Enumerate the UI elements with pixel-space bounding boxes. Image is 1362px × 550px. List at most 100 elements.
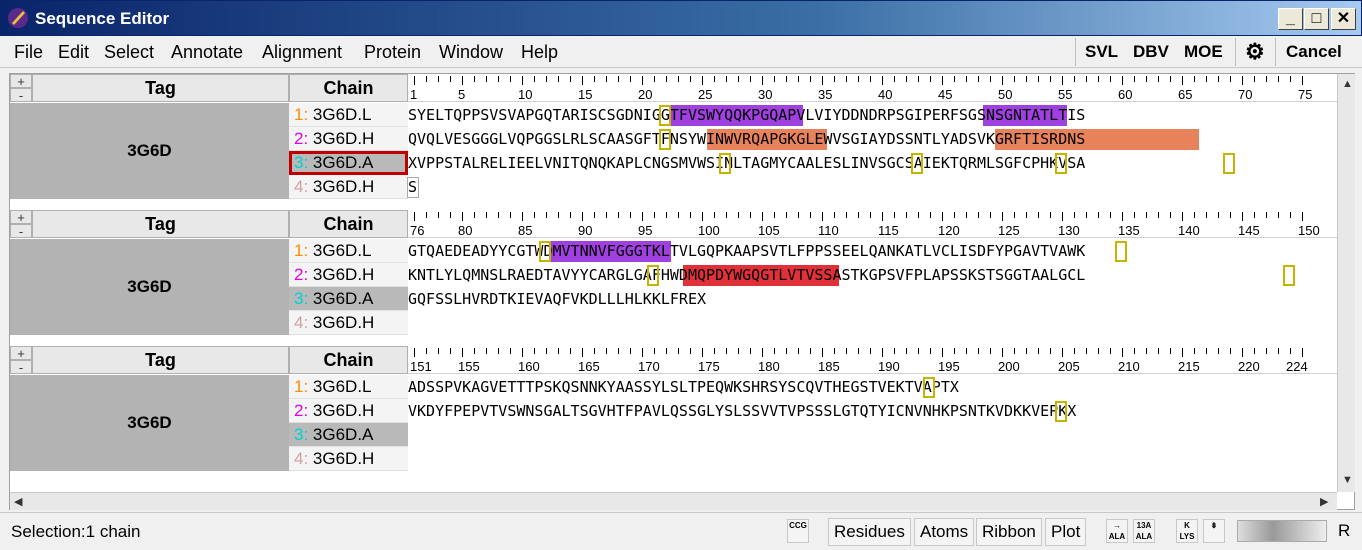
scroll-down-icon[interactable]: ▼ bbox=[1342, 474, 1353, 486]
ruler-tick bbox=[690, 76, 691, 82]
chain-column-header[interactable]: Chain bbox=[289, 346, 408, 374]
expand-button[interactable]: + bbox=[10, 346, 32, 360]
menu-window[interactable]: Window bbox=[439, 42, 503, 63]
close-button[interactable]: ✕ bbox=[1331, 8, 1356, 30]
ruler-tick bbox=[1002, 212, 1003, 221]
ruler-label: 155 bbox=[458, 359, 480, 374]
menu-edit[interactable]: Edit bbox=[58, 42, 89, 63]
scroll-right-icon[interactable]: ▶ bbox=[1320, 495, 1328, 508]
menu-select[interactable]: Select bbox=[104, 42, 154, 63]
expand-button[interactable]: + bbox=[10, 74, 32, 88]
scroll-up-icon[interactable]: ▲ bbox=[1342, 78, 1353, 90]
sequence-line[interactable]: ADSSPVKAGVETTTPSKQSNNKYAASSYLSLTPEQWKSHR… bbox=[408, 375, 959, 399]
position-ruler: 76 80 85 90 95 100 105 110 115 120 125 130 135 140 145… bbox=[408, 210, 1337, 238]
ruler-tick bbox=[990, 212, 991, 218]
chain-number: 1: bbox=[294, 105, 313, 124]
ruler-label: 210 bbox=[1118, 359, 1140, 374]
tag-cell[interactable]: 3G6D bbox=[10, 103, 289, 199]
ruler-tick bbox=[894, 212, 895, 218]
expand-button[interactable]: + bbox=[10, 210, 32, 224]
cysteine-marker bbox=[1115, 241, 1127, 262]
dbv-button[interactable]: DBV bbox=[1133, 42, 1169, 62]
gear-icon[interactable]: ⚙ bbox=[1245, 39, 1265, 65]
moe-button[interactable]: MOE bbox=[1184, 42, 1223, 62]
ala-13a-icon[interactable]: 13A ALA bbox=[1133, 519, 1155, 543]
ruler-tick bbox=[654, 76, 655, 82]
window-title: Sequence Editor bbox=[35, 9, 170, 28]
ruler-tick bbox=[1218, 76, 1219, 82]
ruler-label: 140 bbox=[1178, 223, 1200, 238]
ruler-tick bbox=[618, 76, 619, 82]
menu-alignment[interactable]: Alignment bbox=[262, 42, 342, 63]
sequence-line[interactable]: VKDYFPEPVTVSWNSGALTSGVHTFPAVLQSSGLYSLSSV… bbox=[408, 399, 1076, 423]
menu-file[interactable]: File bbox=[14, 42, 43, 63]
scroll-left-icon[interactable]: ◀ bbox=[14, 495, 22, 508]
sequence-line[interactable]: QVQLVESGGGLVQPGGSLRLSCAASGFTFNSYWINWVRQA… bbox=[408, 127, 1085, 151]
plot-button[interactable]: Plot bbox=[1045, 518, 1087, 546]
tag-column-header[interactable]: Tag bbox=[32, 74, 289, 102]
ruler-tick bbox=[978, 76, 979, 82]
atoms-button[interactable]: Atoms bbox=[914, 518, 975, 546]
cancel-button[interactable]: Cancel bbox=[1286, 42, 1342, 62]
chain-row[interactable]: 4: 3G6D.H bbox=[289, 311, 408, 335]
ruler-tick bbox=[1194, 348, 1195, 354]
horizontal-scrollbar[interactable]: ◀ ▶ bbox=[10, 492, 1337, 510]
ruler-tick bbox=[522, 76, 523, 85]
ruler-tick bbox=[1074, 212, 1075, 218]
sequence-line[interactable]: GTQAEDEADYYCGTWDMVTNNVFGGGTKLTVLGQPKAAPS… bbox=[408, 239, 1085, 263]
ruler-tick bbox=[606, 212, 607, 218]
ruler-tick bbox=[690, 212, 691, 218]
vertical-scrollbar[interactable]: ▲ ▼ bbox=[1337, 74, 1355, 492]
ruler-label: 224 bbox=[1286, 359, 1308, 374]
r-button[interactable]: R bbox=[1333, 518, 1355, 546]
collapse-icon[interactable]: ⇟ bbox=[1203, 519, 1225, 543]
lys-icon[interactable]: K LYS bbox=[1176, 519, 1198, 543]
chain-row[interactable]: 4: 3G6D.H bbox=[289, 175, 408, 199]
residues-button[interactable]: Residues bbox=[828, 518, 911, 546]
ccg-icon[interactable]: CCG bbox=[787, 519, 809, 543]
chain-row[interactable]: 1: 3G6D.L bbox=[289, 103, 408, 127]
maximize-button[interactable]: □ bbox=[1304, 8, 1329, 30]
chain-row[interactable]: 1: 3G6D.L bbox=[289, 375, 408, 399]
menu-annotate[interactable]: Annotate bbox=[171, 42, 243, 63]
chain-row[interactable]: 2: 3G6D.H bbox=[289, 127, 408, 151]
tag-column-header[interactable]: Tag bbox=[32, 210, 289, 238]
chain-row[interactable]: 3: 3G6D.A bbox=[289, 423, 408, 447]
svl-button[interactable]: SVL bbox=[1085, 42, 1118, 62]
sequence-line[interactable]: GQFSSLHVRDTKIEVAQFVKDLLLHLKKLFREX bbox=[408, 287, 706, 311]
collapse-button[interactable]: - bbox=[10, 360, 32, 374]
sequence-line[interactable]: KNTLYLQMNSLRAEDTAVYYCARGLGAFHWDMQPDYWGQG… bbox=[408, 263, 1085, 287]
chain-row[interactable]: 2: 3G6D.H bbox=[289, 263, 408, 287]
menu-help[interactable]: Help bbox=[521, 42, 558, 63]
collapse-button[interactable]: - bbox=[10, 224, 32, 238]
minimize-button[interactable]: _ bbox=[1278, 8, 1303, 30]
ruler-tick bbox=[846, 76, 847, 82]
chain-row[interactable]: 4: 3G6D.H bbox=[289, 447, 408, 471]
chain-row[interactable]: 2: 3G6D.H bbox=[289, 399, 408, 423]
tag-cell[interactable]: 3G6D bbox=[10, 375, 289, 471]
ruler-tick bbox=[642, 76, 643, 85]
chain-column-header[interactable]: Chain bbox=[289, 210, 408, 238]
sequence-line[interactable]: SYELTQPPSVSVAPGQTARISCSGDNIGGTFVSWYQQKPG… bbox=[408, 103, 1085, 127]
ruler-tick bbox=[474, 348, 475, 354]
tag-cell[interactable]: 3G6D bbox=[10, 239, 289, 335]
tag-column-header[interactable]: Tag bbox=[32, 346, 289, 374]
menu-protein[interactable]: Protein bbox=[364, 42, 421, 63]
ruler-tick bbox=[834, 212, 835, 218]
ribbon-button[interactable]: Ribbon bbox=[976, 518, 1042, 546]
opacity-slider[interactable] bbox=[1237, 520, 1327, 542]
sequence-line[interactable]: XVPPSTALRELIEELVNITQNQKAPLCNGSMVWSINLTAG… bbox=[408, 151, 1085, 175]
ruler-tick bbox=[546, 212, 547, 218]
chain-column-header[interactable]: Chain bbox=[289, 74, 408, 102]
chain-row[interactable]: 3: 3G6D.A bbox=[289, 151, 408, 175]
ruler-tick bbox=[426, 76, 427, 82]
chain-name: 3G6D.H bbox=[312, 177, 375, 196]
chain-row[interactable]: 1: 3G6D.L bbox=[289, 239, 408, 263]
cysteine-marker bbox=[647, 265, 659, 286]
ruler-tick bbox=[594, 212, 595, 218]
collapse-button[interactable]: - bbox=[10, 88, 32, 102]
ala-arrow-icon[interactable]: → ALA bbox=[1106, 519, 1128, 543]
chain-row[interactable]: 3: 3G6D.A bbox=[289, 287, 408, 311]
ruler-tick bbox=[438, 348, 439, 354]
ruler-tick bbox=[486, 212, 487, 218]
